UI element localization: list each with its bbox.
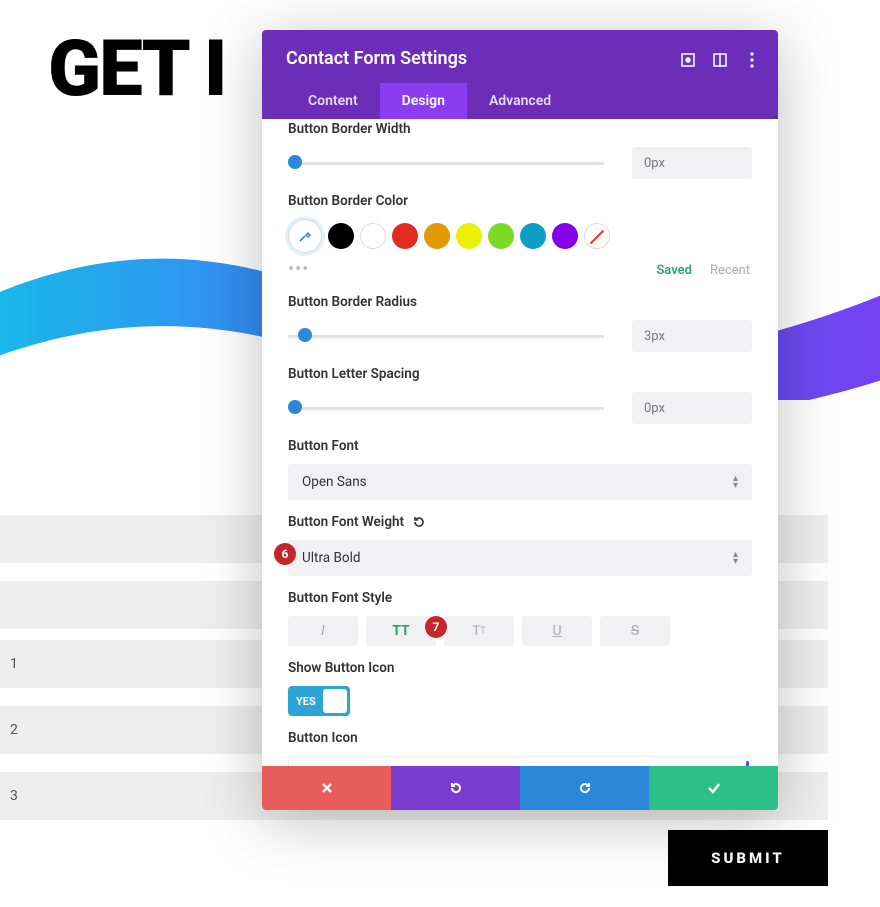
border-radius-label: Button Border Radius — [288, 294, 752, 310]
row-label: 2 — [10, 722, 18, 738]
font-value: Open Sans — [302, 474, 367, 490]
border-radius-input[interactable]: 3px — [632, 320, 752, 352]
border-color-label: Button Border Color — [288, 193, 752, 209]
swatch-orange[interactable] — [424, 223, 450, 249]
callout-6: 6 — [274, 543, 296, 565]
swatch-white[interactable] — [360, 223, 386, 249]
color-swatches — [288, 219, 752, 253]
font-select[interactable]: Open Sans ▴▾ — [288, 464, 752, 500]
page-title: GET I — [48, 24, 226, 115]
border-width-label: Button Border Width — [288, 121, 752, 137]
undo-button[interactable] — [391, 766, 520, 810]
strikethrough-button[interactable]: S — [600, 616, 670, 646]
row-label: 3 — [10, 788, 18, 804]
button-icon-label: Button Icon — [288, 730, 752, 746]
swatch-red[interactable] — [392, 223, 418, 249]
border-radius-slider[interactable] — [288, 333, 604, 339]
letter-spacing-label: Button Letter Spacing — [288, 366, 752, 382]
swatch-tab-recent[interactable]: Recent — [710, 263, 750, 278]
chevron-updown-icon: ▴▾ — [733, 475, 738, 489]
panel-header: Contact Form Settings Content Design Adv… — [262, 30, 778, 119]
font-style-label: Button Font Style — [288, 590, 752, 606]
font-weight-select[interactable]: Ultra Bold ▴▾ — [288, 540, 752, 576]
underline-button[interactable]: U — [522, 616, 592, 646]
swatch-purple[interactable] — [552, 223, 578, 249]
more-swatches-icon[interactable]: ••• — [288, 259, 309, 280]
cancel-button[interactable] — [262, 766, 391, 810]
border-width-input[interactable]: 0px — [632, 147, 752, 179]
font-weight-label: Button Font Weight — [288, 514, 752, 530]
chevron-updown-icon: ▴▾ — [733, 551, 738, 565]
redo-button[interactable] — [520, 766, 649, 810]
confirm-button[interactable] — [649, 766, 778, 810]
callout-7: 7 — [425, 616, 447, 638]
show-icon-label: Show Button Icon — [288, 660, 752, 676]
swatch-green[interactable] — [488, 223, 514, 249]
eyedropper-icon[interactable] — [288, 219, 322, 253]
row-label: 1 — [10, 656, 18, 672]
settings-panel: Contact Form Settings Content Design Adv… — [262, 30, 778, 810]
submit-button[interactable]: SUBMIT — [668, 830, 828, 886]
smallcaps-button[interactable]: TT — [444, 616, 514, 646]
show-icon-toggle[interactable]: YES — [288, 686, 350, 716]
swatch-yellow[interactable] — [456, 223, 482, 249]
font-weight-value: Ultra Bold — [302, 550, 360, 566]
kebab-menu-icon[interactable] — [744, 52, 760, 68]
letter-spacing-input[interactable]: 0px — [632, 392, 752, 424]
swatch-black[interactable] — [328, 223, 354, 249]
tab-advanced[interactable]: Advanced — [467, 83, 573, 119]
tab-content[interactable]: Content — [286, 83, 380, 119]
reset-icon[interactable] — [412, 515, 426, 529]
columns-icon[interactable] — [712, 52, 728, 68]
tabs: Content Design Advanced — [286, 83, 754, 119]
italic-button[interactable]: I — [288, 616, 358, 646]
panel-footer — [262, 766, 778, 810]
swatch-tab-saved[interactable]: Saved — [656, 263, 692, 278]
font-label: Button Font — [288, 438, 752, 454]
border-width-slider[interactable] — [288, 160, 604, 166]
panel-body: Button Border Width 0px Button Border Co… — [262, 119, 778, 767]
swatch-teal[interactable] — [520, 223, 546, 249]
letter-spacing-slider[interactable] — [288, 405, 604, 411]
tab-design[interactable]: Design — [380, 83, 467, 119]
swatch-none[interactable] — [584, 223, 610, 249]
expand-icon[interactable] — [680, 52, 696, 68]
font-style-buttons: I TT TT U S — [288, 616, 752, 646]
